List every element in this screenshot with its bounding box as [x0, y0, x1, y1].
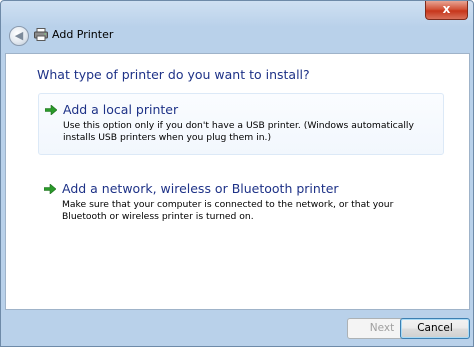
cancel-button[interactable]: Cancel [400, 318, 470, 339]
option-description: Make sure that your computer is connecte… [62, 199, 394, 222]
title-bar: x ◀ Add Printer [1, 1, 473, 53]
option-network-printer[interactable]: Add a network, wireless or Bluetooth pri… [38, 173, 442, 233]
option-local-printer[interactable]: Add a local printer Use this option only… [38, 93, 444, 155]
close-button[interactable]: x [425, 1, 468, 20]
option-title: Add a local printer [63, 102, 179, 117]
page-question: What type of printer do you want to inst… [37, 67, 310, 82]
back-button[interactable]: ◀ [9, 26, 29, 46]
window-title: Add Printer [52, 28, 114, 41]
option-title: Add a network, wireless or Bluetooth pri… [62, 181, 339, 196]
wizard-content: What type of printer do you want to inst… [5, 53, 470, 310]
green-arrow-icon [45, 105, 57, 115]
green-arrow-icon [44, 184, 56, 194]
add-printer-window: x ◀ Add Printer What type of printer do … [0, 0, 474, 347]
back-arrow-icon: ◀ [14, 29, 24, 42]
close-icon: x [442, 2, 451, 16]
option-description: Use this option only if you don't have a… [63, 120, 414, 143]
printer-icon [34, 28, 48, 41]
